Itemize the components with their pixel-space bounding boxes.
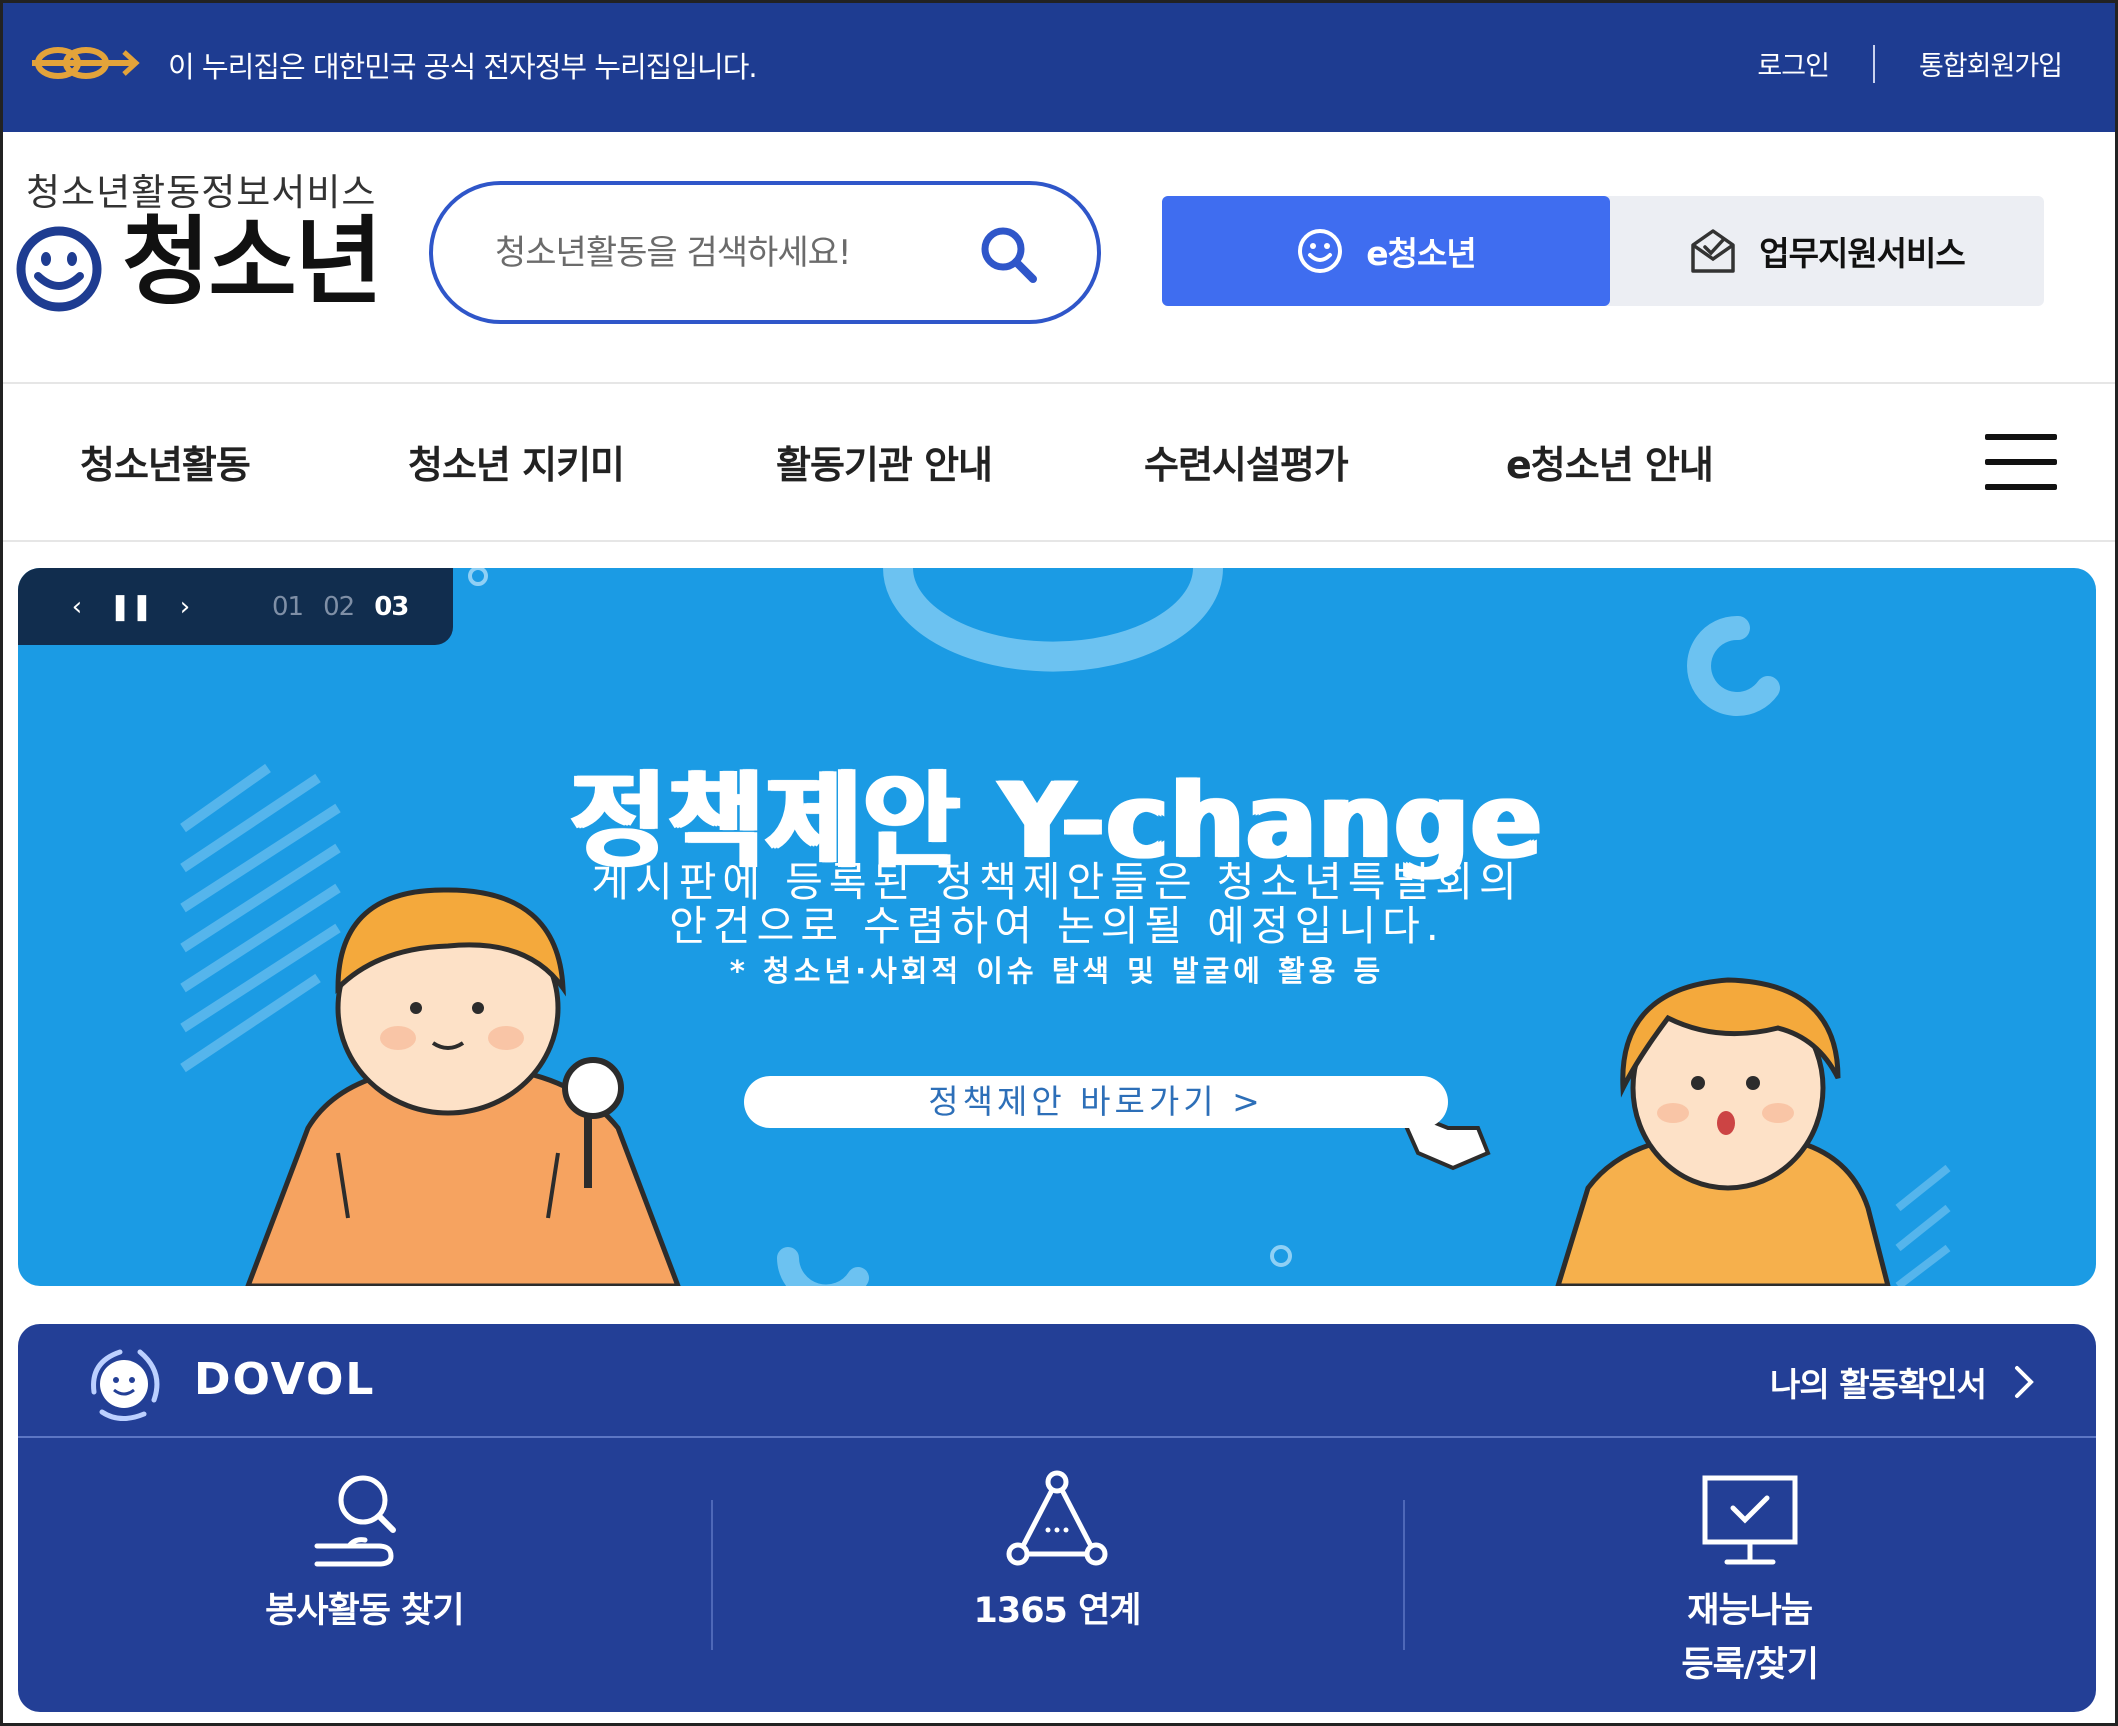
- next-slide-icon[interactable]: ›: [158, 568, 212, 645]
- volunteer-search-item[interactable]: 봉사활동 찾기: [18, 1440, 711, 1712]
- nav-item-youth-guardian[interactable]: 청소년 지키미: [408, 434, 625, 489]
- main-nav: 청소년활동 청소년 지키미 활동기관 안내 수련시설평가 e청소년 안내: [0, 382, 2118, 542]
- monitor-check-icon: [1702, 1475, 1798, 1565]
- banner-note: * 청소년·사회적 이슈 탐색 및 발굴에 활용 등: [729, 954, 1385, 988]
- slider-controls: ‹ ❚❚ › 01 02 03: [18, 568, 453, 645]
- main-banner[interactable]: ‹ ❚❚ › 01 02 03 정책제안 Y-change 게시판에 등록된 정…: [18, 568, 2096, 1286]
- talent-sharing-label-line2: 등록/찾기: [1681, 1645, 1819, 1685]
- link-1365-label: 1365 연계: [973, 1591, 1142, 1631]
- tab-e-youth[interactable]: e청소년: [1162, 196, 1610, 306]
- nav-item-e-youth-guide[interactable]: e청소년 안내: [1506, 434, 1714, 489]
- dovol-menu: 봉사활동 찾기 1365 연계 재능나눔 등록/찾기: [18, 1440, 2096, 1712]
- service-tabs: e청소년 업무지원서비스: [1162, 196, 2044, 306]
- slide-indicator-3[interactable]: 03: [374, 592, 409, 622]
- banner-desc-line2: 안건으로 수렴하여 논의될 예정입니다.: [669, 902, 1445, 950]
- check-mail-icon: [1691, 229, 1735, 273]
- login-link[interactable]: 로그인: [1757, 44, 1830, 83]
- site-header: 청소년활동정보서비스 청소년 e청소년: [0, 132, 2118, 382]
- banner-description: 게시판에 등록된 정책제안들은 청소년특별회의 안건으로 수렴하여 논의될 예정…: [18, 860, 2096, 948]
- tab-work-support[interactable]: 업무지원서비스: [1610, 196, 2044, 306]
- smile-icon: [1298, 229, 1343, 273]
- slide-indicator-1[interactable]: 01: [272, 592, 304, 622]
- search-input[interactable]: [495, 223, 965, 283]
- banner-desc-line1: 게시판에 등록된 정책제안들은 청소년특별회의: [591, 858, 1523, 906]
- divider: [1872, 44, 1875, 83]
- tab-work-support-label: 업무지원서비스: [1759, 234, 1966, 273]
- menu-icon[interactable]: [1985, 434, 2057, 490]
- nav-item-institution-guide[interactable]: 활동기관 안내: [776, 434, 993, 489]
- network-icon: [1006, 1470, 1108, 1566]
- dovol-title: DOVOL: [194, 1354, 376, 1405]
- talent-sharing-label-line1: 재능나눔: [1687, 1591, 1813, 1631]
- slide-indicator-2[interactable]: 02: [323, 592, 355, 622]
- gov-notice-bar: 이 누리집은 대한민국 공식 전자정부 누리집입니다. 로그인 통합회원가입: [0, 0, 2118, 132]
- signup-link[interactable]: 통합회원가입: [1919, 44, 2063, 83]
- smile-logo-icon[interactable]: [14, 224, 104, 314]
- chevron-right-icon: [2015, 1366, 2034, 1398]
- account-links: 로그인 통합회원가입: [1757, 44, 2063, 83]
- nav-item-facility-evaluation[interactable]: 수련시설평가: [1144, 434, 1349, 489]
- search-box: [429, 181, 1101, 324]
- policy-proposal-button[interactable]: 정책제안 바로가기 >: [744, 1076, 1448, 1128]
- search-hand-icon: [314, 1475, 397, 1567]
- activity-certificate-link[interactable]: 나의 활동확인서: [1770, 1358, 2034, 1406]
- government-symbol-icon: [32, 47, 140, 79]
- pause-icon[interactable]: ❚❚: [104, 568, 158, 645]
- brand-title[interactable]: 청소년: [122, 214, 383, 310]
- search-icon[interactable]: [977, 223, 1039, 285]
- activity-certificate-label: 나의 활동확인서: [1769, 1365, 1987, 1404]
- nav-item-youth-activity[interactable]: 청소년활동: [80, 434, 251, 489]
- tab-e-youth-label: e청소년: [1366, 234, 1476, 273]
- talent-sharing-item[interactable]: 재능나눔 등록/찾기: [1403, 1440, 2096, 1712]
- dovol-logo-icon: [91, 1349, 160, 1421]
- link-1365-item[interactable]: 1365 연계: [710, 1440, 1404, 1712]
- talent-sharing-label: 재능나눔 등록/찾기: [1681, 1584, 1819, 1692]
- volunteer-search-label: 봉사활동 찾기: [265, 1591, 464, 1631]
- dovol-header: DOVOL 나의 활동확인서: [18, 1324, 2096, 1438]
- gov-notice-text: 이 누리집은 대한민국 공식 전자정부 누리집입니다.: [168, 50, 758, 84]
- dovol-panel: DOVOL 나의 활동확인서 봉사활동 찾기 1365 연계 재능나눔 등록/찾…: [18, 1324, 2096, 1712]
- prev-slide-icon[interactable]: ‹: [50, 568, 104, 645]
